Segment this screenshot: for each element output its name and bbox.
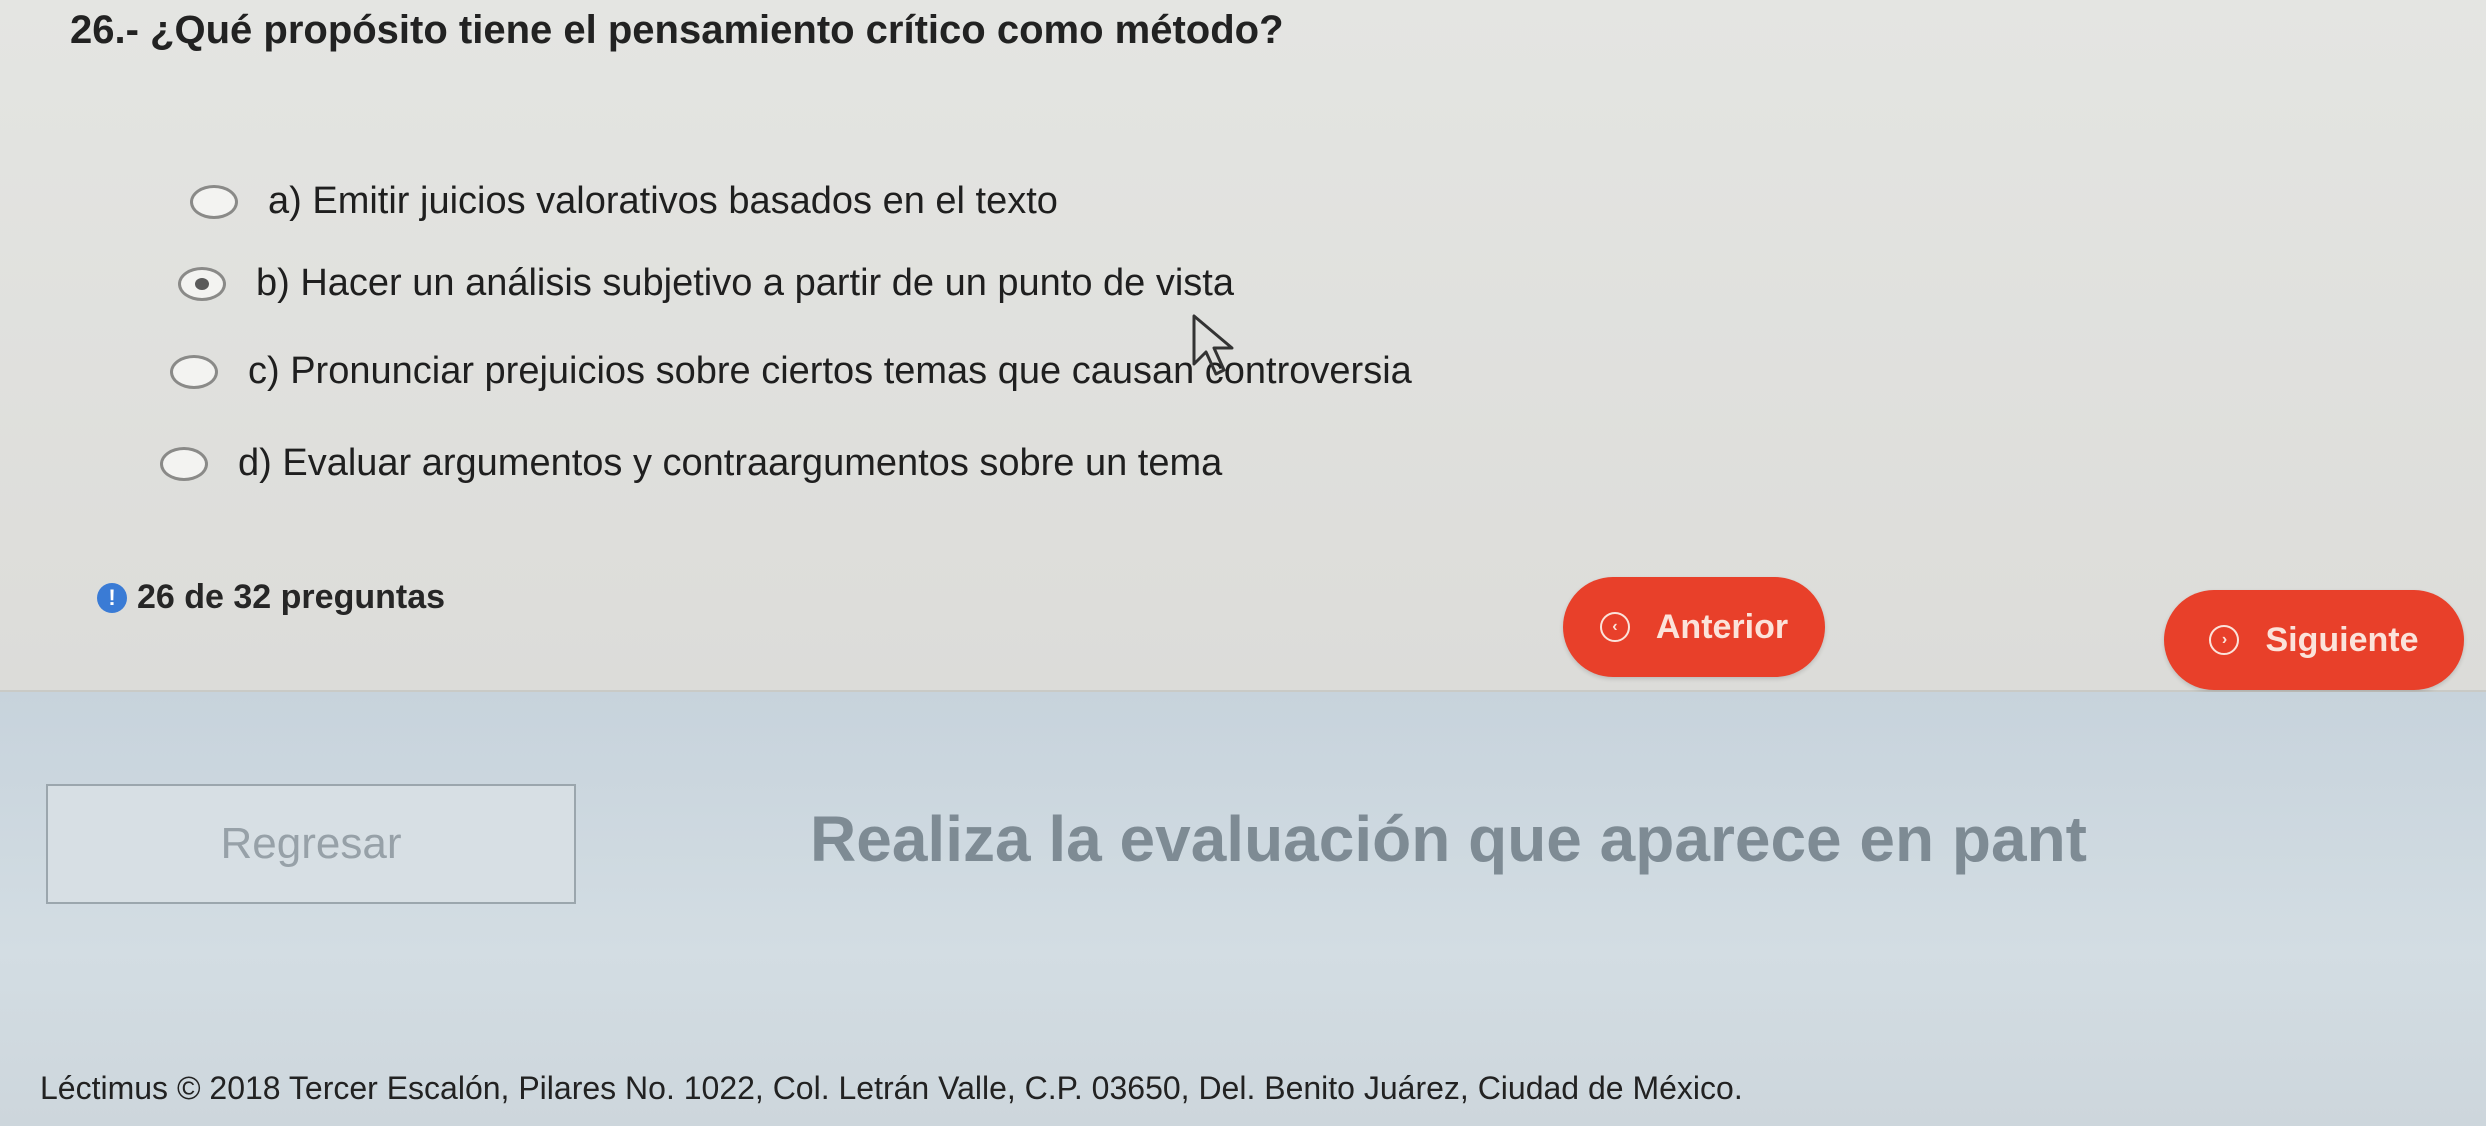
instruction-text: Realiza la evaluación que aparece en pan… bbox=[810, 803, 2087, 875]
back-label: Regresar bbox=[220, 819, 402, 868]
chevron-left-circle-icon: ‹ bbox=[1599, 612, 1630, 642]
mouse-cursor-icon bbox=[1192, 314, 1234, 376]
radio-button[interactable] bbox=[170, 354, 218, 389]
next-label: Siguiente bbox=[2265, 620, 2419, 659]
next-button[interactable]: › Siguiente bbox=[2164, 590, 2464, 690]
previous-label: Anterior bbox=[1655, 607, 1789, 646]
progress-text: 26 de 32 preguntas bbox=[137, 578, 446, 616]
option-label: a) Emitir juicios valorativos basados en… bbox=[268, 180, 1058, 222]
option-d[interactable]: d) Evaluar argumentos y contraargumentos… bbox=[160, 442, 1222, 485]
chevron-right-circle-icon: › bbox=[2209, 625, 2240, 655]
option-a[interactable]: a) Emitir juicios valorativos basados en… bbox=[190, 180, 1058, 223]
back-button[interactable]: Regresar bbox=[46, 784, 576, 904]
lower-area bbox=[0, 692, 2486, 1126]
progress-status: ! 26 de 32 preguntas bbox=[97, 578, 445, 617]
radio-dot bbox=[195, 277, 209, 290]
option-label: b) Hacer un análisis subjetivo a partir … bbox=[256, 262, 1234, 304]
info-icon: ! bbox=[97, 582, 127, 613]
radio-button[interactable] bbox=[160, 446, 208, 481]
radio-button[interactable] bbox=[190, 184, 238, 219]
radio-button-selected[interactable] bbox=[178, 266, 226, 301]
previous-button[interactable]: ‹ Anterior bbox=[1563, 577, 1825, 677]
option-b[interactable]: b) Hacer un análisis subjetivo a partir … bbox=[178, 262, 1234, 305]
question-title: 26.- ¿Qué propósito tiene el pensamiento… bbox=[70, 8, 1284, 52]
quiz-panel: 26.- ¿Qué propósito tiene el pensamiento… bbox=[0, 0, 2486, 692]
option-label: d) Evaluar argumentos y contraargumentos… bbox=[238, 442, 1223, 484]
footer-text: Léctimus © 2018 Tercer Escalón, Pilares … bbox=[40, 1070, 1743, 1106]
